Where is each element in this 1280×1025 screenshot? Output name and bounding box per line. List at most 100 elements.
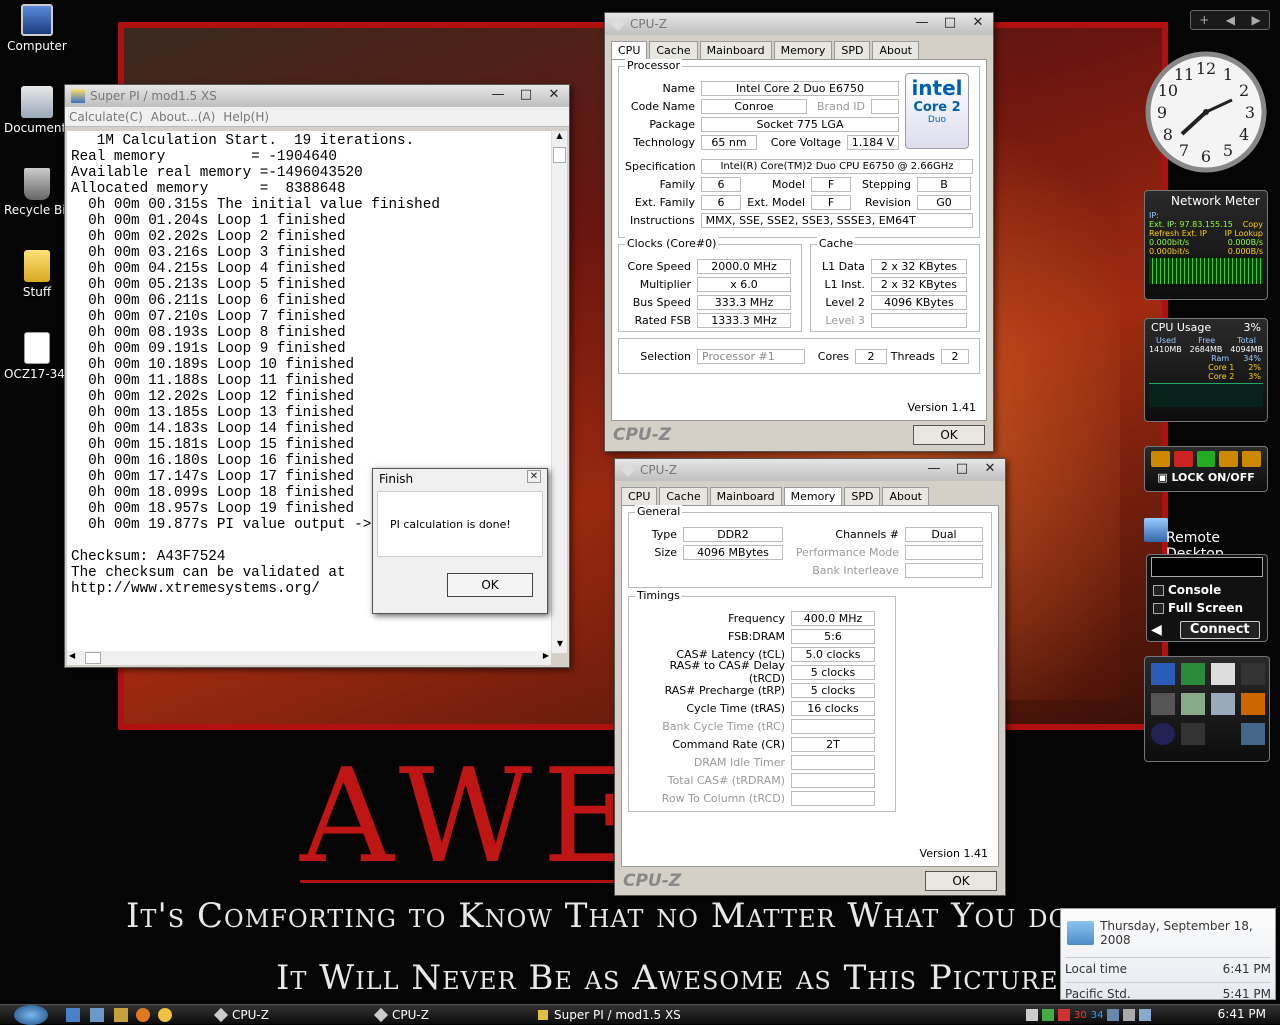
next-icon[interactable]: ▶: [1252, 13, 1261, 27]
tray-volume-icon[interactable]: [1123, 1009, 1136, 1021]
console-checkbox[interactable]: [1153, 584, 1164, 596]
clocks-group: Clocks (Core#0) Core Speed 2000.0 MHz Mul…: [618, 237, 802, 332]
scroll-down-arrow[interactable]: ▼: [552, 639, 568, 653]
processor-group: Processor Name Intel Core 2 Duo E6750 Cod…: [618, 59, 980, 238]
horizontal-scrollbar[interactable]: ◀ ▶: [67, 651, 551, 665]
collapse-arrow-icon[interactable]: ◀: [1151, 622, 1162, 638]
intel-core2-logo: intel Core 2 Duo: [905, 73, 969, 149]
tab-memory[interactable]: Memory: [783, 487, 843, 505]
tray-green-icon[interactable]: [1042, 1009, 1054, 1021]
scroll-up-arrow[interactable]: ▲: [552, 131, 567, 145]
quicklaunch-switch-icon[interactable]: [90, 1008, 104, 1022]
tab-memory[interactable]: Memory: [773, 41, 833, 59]
taskbar-btn-cpuz-1[interactable]: CPU-Z: [212, 1007, 362, 1023]
scroll-right-arrow[interactable]: ▶: [543, 651, 549, 660]
tab-cache[interactable]: Cache: [649, 41, 698, 59]
lock-restart-icon[interactable]: [1242, 451, 1261, 467]
quicklaunch-messenger-icon[interactable]: [158, 1008, 172, 1022]
scroll-left-arrow[interactable]: ◀: [69, 651, 75, 660]
vnc-icon[interactable]: [1211, 663, 1235, 685]
vertical-scrollbar[interactable]: ▲ ▼: [551, 131, 567, 653]
quicklaunch-firefox-icon[interactable]: [136, 1008, 150, 1022]
cube-app-icon[interactable]: [1211, 693, 1235, 715]
padlock-icon: ▣: [1157, 471, 1172, 484]
tray-app-icon[interactable]: [1026, 1009, 1038, 1021]
tab-cpu[interactable]: CPU: [621, 487, 658, 505]
cpuz-cpu-window: CPU-Z — □ ✕ CPU Cache Mainboard Memory S…: [604, 12, 994, 452]
minimize-button[interactable]: —: [925, 461, 943, 476]
tab-about[interactable]: About: [882, 487, 929, 505]
finish-titlebar[interactable]: Finish ✕: [373, 469, 547, 489]
tray-network-icon[interactable]: [1107, 1009, 1120, 1021]
excel-icon[interactable]: [1181, 663, 1205, 685]
lock-key-icon[interactable]: [1219, 451, 1239, 467]
tab-spd[interactable]: SPD: [834, 41, 871, 59]
tab-cpu[interactable]: CPU: [611, 41, 648, 59]
finish-dialog: Finish ✕ PI calculation is done! OK: [372, 468, 548, 614]
cpu-name-value: Intel Core 2 Duo E6750: [701, 80, 899, 96]
desktop-icon-stuff[interactable]: Stuff: [4, 250, 70, 299]
desktop-icon-recycle-bin[interactable]: Recycle Bin: [4, 168, 70, 217]
fullscreen-checkbox[interactable]: [1153, 602, 1164, 614]
lock-sleep-icon[interactable]: [1151, 451, 1170, 467]
runner-icon[interactable]: [1151, 693, 1175, 715]
lock-toggle[interactable]: ▣ LOCK ON/OFF: [1145, 471, 1267, 484]
firewall-icon[interactable]: [1241, 693, 1265, 715]
word-icon[interactable]: [1151, 663, 1175, 685]
add-gadget-icon[interactable]: +: [1199, 13, 1209, 27]
cpuz-titlebar[interactable]: CPU-Z — □ ✕: [615, 459, 1005, 481]
tray-power-icon[interactable]: [1139, 1009, 1152, 1021]
tab-cache[interactable]: Cache: [659, 487, 708, 505]
quicklaunch-desktop-icon[interactable]: [66, 1008, 80, 1022]
desktop-icon-computer[interactable]: Computer: [4, 4, 70, 53]
tab-mainboard[interactable]: Mainboard: [699, 41, 772, 59]
connect-button[interactable]: Connect: [1179, 621, 1260, 639]
lock-power-icon[interactable]: [1173, 451, 1193, 467]
diamond-app-icon[interactable]: [1181, 693, 1205, 715]
globe-icon[interactable]: [1151, 723, 1175, 745]
tab-spd[interactable]: SPD: [844, 487, 881, 505]
remote-host-input[interactable]: [1151, 557, 1263, 577]
cpuz-titlebar[interactable]: CPU-Z — □ ✕: [605, 13, 993, 35]
prev-icon[interactable]: ◀: [1226, 13, 1235, 27]
desktop-icon-pdf[interactable]: OCZ17-341: [4, 332, 70, 381]
ok-button[interactable]: OK: [913, 425, 985, 445]
close-button[interactable]: ✕: [545, 87, 563, 102]
scroll-thumb[interactable]: [553, 147, 566, 163]
minimize-button[interactable]: —: [489, 87, 507, 102]
h-scroll-thumb[interactable]: [85, 652, 101, 664]
lock-settings-icon[interactable]: [1196, 451, 1216, 467]
instructions-value: MMX, SSE, SSE2, SSE3, SSSE3, EM64T: [700, 212, 973, 228]
close-button[interactable]: ✕: [981, 461, 999, 476]
minimize-button[interactable]: —: [913, 15, 931, 30]
menu-about[interactable]: About...(A): [147, 110, 220, 124]
start-button[interactable]: [14, 1005, 48, 1025]
quicklaunch-winamp-icon[interactable]: [114, 1008, 128, 1022]
processor-select[interactable]: Processor #1: [697, 348, 805, 364]
ok-button[interactable]: OK: [925, 871, 997, 891]
superpi-titlebar[interactable]: Super PI / mod1.5 XS — □ ✕: [65, 85, 569, 107]
clock-number: 8: [1163, 125, 1173, 144]
maximize-button[interactable]: □: [953, 461, 971, 476]
cpuz-app-icon: [621, 463, 635, 477]
network-icon[interactable]: [1241, 723, 1265, 745]
tray-red-icon[interactable]: [1058, 1009, 1070, 1021]
menu-help[interactable]: Help(H): [219, 110, 273, 124]
maximize-button[interactable]: □: [517, 87, 535, 102]
signature-icon[interactable]: [1181, 723, 1205, 745]
taskbar-btn-cpuz-2[interactable]: CPU-Z: [372, 1007, 522, 1023]
taskbar-clock[interactable]: 6:41 PM: [1218, 1007, 1266, 1021]
taskbar-btn-superpi[interactable]: Super PI / mod1.5 XS: [534, 1007, 724, 1023]
close-button[interactable]: ✕: [527, 470, 541, 483]
maximize-button[interactable]: □: [941, 15, 959, 30]
clock-number: 3: [1245, 103, 1255, 122]
n7-icon[interactable]: [1241, 663, 1265, 685]
close-button[interactable]: ✕: [969, 15, 987, 30]
finish-ok-button[interactable]: OK: [447, 573, 533, 597]
recycle-bin-icon: [24, 168, 50, 200]
tab-about[interactable]: About: [872, 41, 919, 59]
cpuz-tabs: CPU Cache Mainboard Memory SPD About: [605, 35, 993, 59]
desktop-icon-documents[interactable]: Documents: [4, 86, 70, 135]
menu-calculate[interactable]: Calculate(C): [65, 110, 147, 124]
tab-mainboard[interactable]: Mainboard: [709, 487, 782, 505]
